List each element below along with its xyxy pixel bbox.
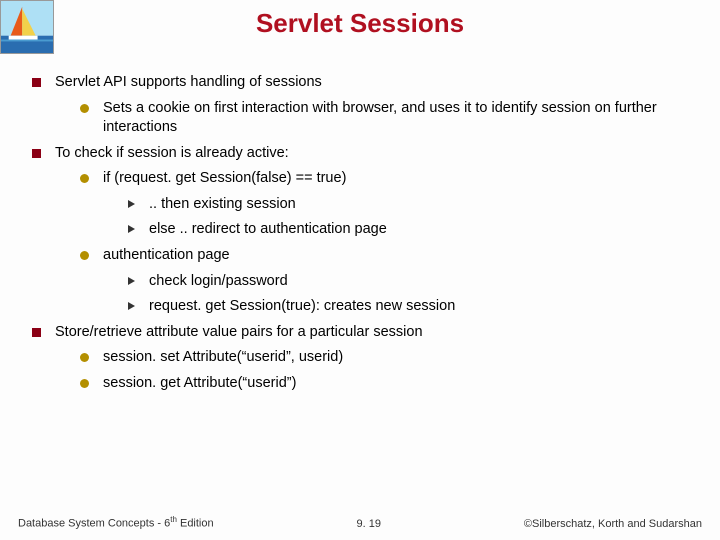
circle-bullet-icon (80, 353, 89, 362)
circle-bullet-icon (80, 251, 89, 260)
bullet-text: .. then existing session (149, 195, 696, 215)
bullet-text: check login/password (149, 272, 696, 292)
bullet-text: To check if session is already active: (55, 144, 696, 164)
bullet-text: session. get Attribute(“userid”) (103, 374, 696, 394)
bullet-text: request. get Session(true): creates new … (149, 297, 696, 317)
footer-left-prefix: Database System Concepts - 6 (18, 518, 170, 530)
slide-footer: Database System Concepts - 6th Edition 9… (0, 515, 720, 530)
bullet-text: Servlet API supports handling of session… (55, 73, 696, 93)
circle-bullet-icon (80, 104, 89, 113)
arrow-bullet-icon (128, 277, 135, 285)
bullet-level3: check login/password (128, 272, 696, 292)
footer-left-suffix: Edition (177, 518, 214, 530)
bullet-text: Sets a cookie on first interaction with … (103, 99, 696, 138)
footer-right: ©Silberschatz, Korth and Sudarshan (524, 518, 702, 530)
bullet-level1: Servlet API supports handling of session… (32, 73, 696, 93)
slide-body: Servlet API supports handling of session… (32, 70, 696, 399)
logo-image (0, 0, 54, 54)
footer-left: Database System Concepts - 6th Edition (18, 515, 214, 530)
square-bullet-icon (32, 328, 41, 337)
bullet-level2: Sets a cookie on first interaction with … (80, 99, 696, 138)
bullet-level2: if (request. get Session(false) == true) (80, 169, 696, 189)
bullet-level3: .. then existing session (128, 195, 696, 215)
bullet-level2: authentication page (80, 246, 696, 266)
bullet-level2: session. set Attribute(“userid”, userid) (80, 348, 696, 368)
bullet-level1: To check if session is already active: (32, 144, 696, 164)
bullet-level2: session. get Attribute(“userid”) (80, 374, 696, 394)
arrow-bullet-icon (128, 225, 135, 233)
square-bullet-icon (32, 149, 41, 158)
bullet-text: else .. redirect to authentication page (149, 220, 696, 240)
circle-bullet-icon (80, 174, 89, 183)
square-bullet-icon (32, 78, 41, 87)
circle-bullet-icon (80, 379, 89, 388)
slide-title: Servlet Sessions (0, 0, 720, 39)
bullet-text: if (request. get Session(false) == true) (103, 169, 696, 189)
arrow-bullet-icon (128, 302, 135, 310)
bullet-level3: else .. redirect to authentication page (128, 220, 696, 240)
bullet-text: session. set Attribute(“userid”, userid) (103, 348, 696, 368)
arrow-bullet-icon (128, 200, 135, 208)
bullet-level3: request. get Session(true): creates new … (128, 297, 696, 317)
footer-center: 9. 19 (357, 518, 381, 530)
bullet-text: authentication page (103, 246, 696, 266)
footer-left-sup: th (170, 515, 177, 524)
bullet-level1: Store/retrieve attribute value pairs for… (32, 323, 696, 343)
bullet-text: Store/retrieve attribute value pairs for… (55, 323, 696, 343)
